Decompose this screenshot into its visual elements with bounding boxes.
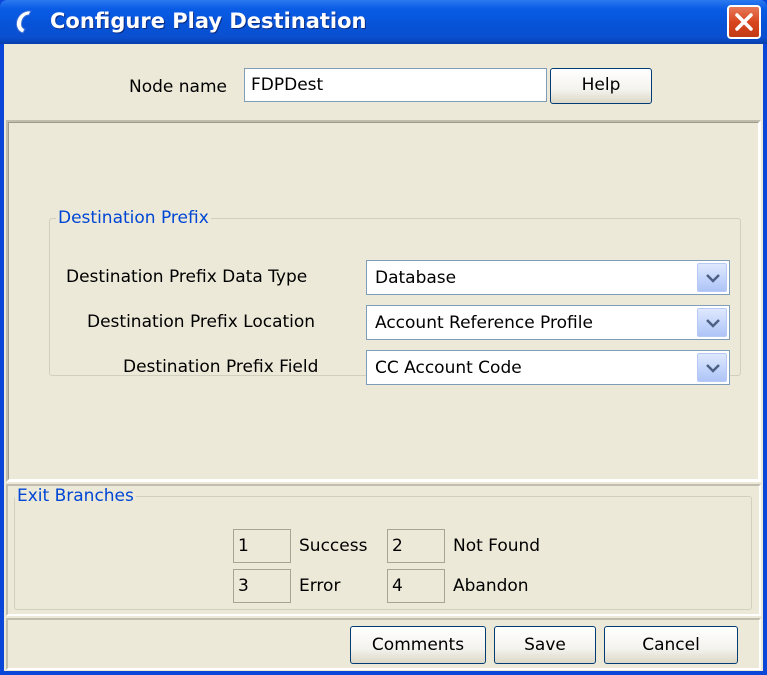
destination-prefix-title: Destination Prefix xyxy=(58,208,209,228)
chevron-down-icon xyxy=(706,319,720,328)
data-type-label: Destination Prefix Data Type xyxy=(66,267,308,287)
exit-branches-title: Exit Branches xyxy=(17,486,134,506)
field-label: Destination Prefix Field xyxy=(123,357,319,377)
chevron-down-icon xyxy=(706,364,720,373)
location-label: Destination Prefix Location xyxy=(87,312,316,332)
data-type-dropdown-button[interactable] xyxy=(697,263,727,292)
branch-label: Error xyxy=(299,576,341,596)
phone-handset-icon xyxy=(12,8,40,36)
field-select[interactable]: CC Account Code xyxy=(366,350,730,385)
close-button[interactable] xyxy=(727,5,761,39)
chevron-down-icon xyxy=(706,274,720,283)
node-name-row: Node name Help xyxy=(4,44,763,106)
main-panel: Destination Prefix Destination Prefix Da… xyxy=(6,120,761,482)
button-bar: Comments Save Cancel xyxy=(6,618,761,670)
data-type-value: Database xyxy=(375,268,457,288)
node-name-input[interactable] xyxy=(244,68,547,102)
node-name-label: Node name xyxy=(129,77,227,97)
field-dropdown-button[interactable] xyxy=(697,353,727,382)
main-panel-inner: Destination Prefix Destination Prefix Da… xyxy=(8,122,759,480)
location-dropdown-button[interactable] xyxy=(697,308,727,337)
destination-prefix-group: Destination Prefix Destination Prefix Da… xyxy=(49,208,741,385)
help-button[interactable]: Help xyxy=(550,68,652,104)
cancel-button[interactable]: Cancel xyxy=(604,626,738,664)
dialog-body: Node name Help Destination Prefix Destin… xyxy=(4,44,763,671)
window-title: Configure Play Destination xyxy=(50,9,367,33)
branch-number: 2 xyxy=(387,529,445,563)
branch-label: Success xyxy=(299,536,368,556)
location-value: Account Reference Profile xyxy=(375,313,593,333)
save-button[interactable]: Save xyxy=(494,626,596,664)
field-value: CC Account Code xyxy=(375,358,522,378)
data-type-select[interactable]: Database xyxy=(366,260,730,295)
branch-number: 1 xyxy=(233,529,291,563)
branch-number: 4 xyxy=(387,569,445,603)
branch-label: Abandon xyxy=(453,576,529,596)
dialog-window: Configure Play Destination Node name Hel… xyxy=(0,0,767,675)
location-select[interactable]: Account Reference Profile xyxy=(366,305,730,340)
branch-label: Not Found xyxy=(453,536,541,556)
branch-number: 3 xyxy=(233,569,291,603)
comments-button[interactable]: Comments xyxy=(350,626,486,664)
exit-branches-panel: Exit Branches 1 Success 2 Not Found 3 Er… xyxy=(6,484,761,616)
title-bar[interactable]: Configure Play Destination xyxy=(0,0,767,44)
exit-branches-group: Exit Branches 1 Success 2 Not Found 3 Er… xyxy=(14,486,752,610)
